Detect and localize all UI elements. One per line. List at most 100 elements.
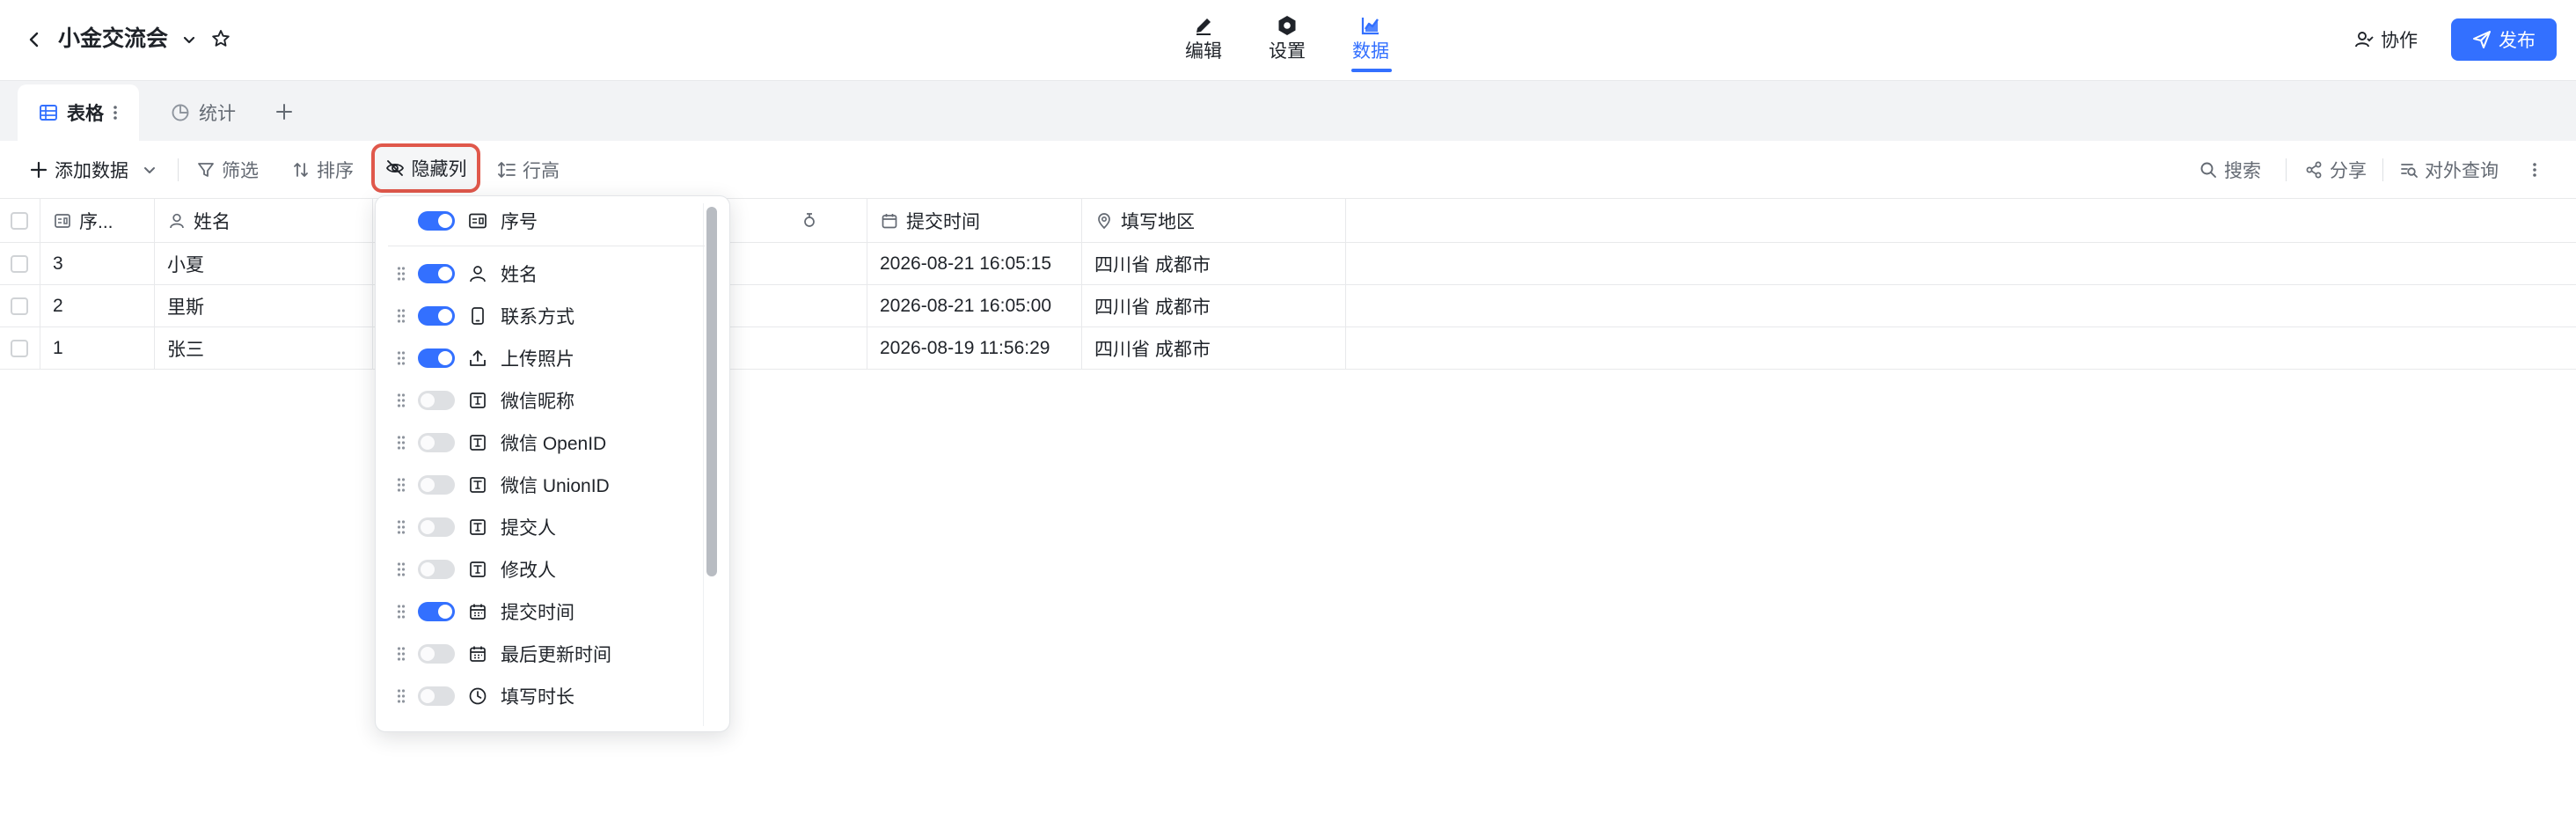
drag-handle-icon[interactable] bbox=[395, 686, 407, 706]
more-vertical-icon[interactable] bbox=[113, 104, 118, 121]
row-checkbox-cell bbox=[0, 327, 40, 369]
column-toggle-switch[interactable] bbox=[418, 644, 455, 664]
tab-settings[interactable]: 设置 bbox=[1259, 12, 1315, 69]
popup-scrollbar[interactable] bbox=[706, 207, 717, 576]
pin-icon bbox=[801, 212, 818, 230]
column-toggle-row[interactable]: 联系方式 bbox=[376, 295, 701, 337]
search-label: 搜索 bbox=[2224, 161, 2261, 181]
collaborate-button[interactable]: 协作 bbox=[2354, 21, 2418, 58]
text-field-icon bbox=[467, 559, 488, 580]
column-toggle-switch[interactable] bbox=[418, 391, 455, 410]
column-toggle-row[interactable]: 最后更新时间 bbox=[376, 633, 701, 675]
column-toggle-switch[interactable] bbox=[418, 306, 455, 326]
sheet-tab-stats[interactable]: 统计 bbox=[150, 84, 257, 141]
hide-columns-button[interactable]: 隐藏列 bbox=[371, 143, 480, 193]
text-field-icon bbox=[467, 432, 488, 453]
cell-region[interactable]: 四川省 成都市 bbox=[1082, 285, 1346, 326]
cell-region[interactable]: 四川省 成都市 bbox=[1082, 243, 1346, 284]
external-query-button[interactable]: 对外查询 bbox=[2400, 151, 2499, 188]
drag-handle-icon[interactable] bbox=[395, 517, 407, 537]
pencil-icon bbox=[1192, 12, 1215, 39]
tab-settings-label: 设置 bbox=[1269, 41, 1306, 62]
row-height-icon bbox=[498, 161, 516, 179]
tab-data[interactable]: 数据 bbox=[1343, 12, 1399, 72]
cell-submit-time[interactable]: 2026-08-21 16:05:15 bbox=[867, 243, 1082, 284]
more-vertical-icon bbox=[2532, 161, 2537, 179]
sheet-tab-stats-label: 统计 bbox=[199, 104, 236, 124]
row-checkbox[interactable] bbox=[11, 254, 28, 273]
column-toggle-label: 修改人 bbox=[501, 561, 556, 581]
column-header-name[interactable]: 姓名 bbox=[155, 199, 373, 242]
cell-submit-time[interactable]: 2026-08-21 16:05:00 bbox=[867, 285, 1082, 326]
column-header-region[interactable]: 填写地区 bbox=[1082, 199, 1346, 242]
eye-off-icon bbox=[385, 158, 405, 178]
search-button[interactable]: 搜索 bbox=[2199, 151, 2261, 188]
cell-region[interactable]: 四川省 成都市 bbox=[1082, 327, 1346, 369]
column-toggle-label: 提交时间 bbox=[501, 603, 574, 623]
drag-handle-icon[interactable] bbox=[395, 348, 407, 368]
cell-seq[interactable]: 3 bbox=[40, 243, 155, 284]
chevron-down-icon[interactable] bbox=[143, 163, 157, 177]
column-toggle-row[interactable]: 上传照片 bbox=[376, 337, 701, 379]
cell-name[interactable]: 小夏 bbox=[155, 243, 373, 284]
cell-name[interactable]: 张三 bbox=[155, 327, 373, 369]
column-toggle-row[interactable]: 姓名 bbox=[376, 253, 701, 295]
publish-button[interactable]: 发布 bbox=[2451, 18, 2557, 61]
sheet-tab-table[interactable]: 表格 bbox=[18, 84, 139, 141]
cell-submit-time[interactable]: 2026-08-19 11:56:29 bbox=[867, 327, 1082, 369]
filter-button[interactable]: 筛选 bbox=[197, 151, 259, 188]
column-toggle-row[interactable]: 微信昵称 bbox=[376, 379, 701, 422]
more-options-button[interactable] bbox=[2532, 151, 2537, 188]
share-button[interactable]: 分享 bbox=[2305, 151, 2367, 188]
column-toggle-switch[interactable] bbox=[418, 475, 455, 495]
drag-handle-icon[interactable] bbox=[395, 475, 407, 495]
column-toggle-switch[interactable] bbox=[418, 602, 455, 621]
drag-handle-icon[interactable] bbox=[395, 602, 407, 621]
star-icon[interactable] bbox=[208, 26, 234, 52]
cell-seq[interactable]: 1 bbox=[40, 327, 155, 369]
column-toggle-row[interactable]: 修改人 bbox=[376, 548, 701, 591]
column-toggle-switch[interactable] bbox=[418, 433, 455, 452]
row-checkbox[interactable] bbox=[11, 339, 28, 357]
drag-handle-icon[interactable] bbox=[395, 644, 407, 664]
row-checkbox-cell bbox=[0, 243, 40, 284]
hide-columns-label: 隐藏列 bbox=[411, 159, 467, 180]
column-toggle-switch[interactable] bbox=[418, 211, 455, 231]
drag-handle-icon[interactable] bbox=[395, 264, 407, 283]
query-icon bbox=[2400, 161, 2418, 179]
hide-columns-popup: 序号姓名 联系方式上传照片微信昵称 微信 OpenID 微信 UnionID 提交人修改… bbox=[375, 195, 730, 732]
cell-name[interactable]: 里斯 bbox=[155, 285, 373, 326]
select-all-checkbox[interactable] bbox=[11, 211, 28, 230]
column-toggle-label: 上传照片 bbox=[501, 349, 574, 370]
back-arrow-icon[interactable] bbox=[19, 25, 49, 55]
sort-button[interactable]: 排序 bbox=[292, 151, 354, 188]
row-checkbox[interactable] bbox=[11, 297, 28, 315]
column-header-submit-time[interactable]: 提交时间 bbox=[867, 199, 1082, 242]
add-data-button[interactable]: 添加数据 bbox=[30, 151, 157, 188]
column-header-seq[interactable]: 序... bbox=[40, 199, 155, 242]
column-toggle-row[interactable]: 填写时长 bbox=[376, 675, 701, 717]
drag-handle-icon[interactable] bbox=[395, 433, 407, 452]
table-icon bbox=[39, 103, 58, 122]
column-toggle-switch[interactable] bbox=[418, 686, 455, 706]
column-toggle-row[interactable]: 序号 bbox=[376, 200, 701, 242]
column-toggle-switch[interactable] bbox=[418, 517, 455, 537]
column-toggle-switch[interactable] bbox=[418, 348, 455, 368]
column-toggle-row[interactable]: 微信 UnionID bbox=[376, 464, 701, 506]
column-toggle-row[interactable]: 提交人 bbox=[376, 506, 701, 548]
toolbar-divider bbox=[178, 158, 179, 181]
drag-handle-icon[interactable] bbox=[395, 306, 407, 326]
add-sheet-plus-icon[interactable] bbox=[269, 97, 299, 127]
column-toggle-switch[interactable] bbox=[418, 264, 455, 283]
column-toggle-row[interactable]: 提交时间 bbox=[376, 591, 701, 633]
tab-edit[interactable]: 编辑 bbox=[1175, 12, 1232, 69]
pie-chart-icon bbox=[171, 103, 190, 122]
chevron-down-icon[interactable] bbox=[176, 26, 202, 53]
send-icon bbox=[2472, 30, 2492, 49]
drag-handle-icon[interactable] bbox=[395, 391, 407, 410]
column-toggle-switch[interactable] bbox=[418, 560, 455, 579]
row-height-button[interactable]: 行高 bbox=[498, 151, 560, 188]
drag-handle-icon[interactable] bbox=[395, 560, 407, 579]
cell-seq[interactable]: 2 bbox=[40, 285, 155, 326]
column-toggle-row[interactable]: 微信 OpenID bbox=[376, 422, 701, 464]
